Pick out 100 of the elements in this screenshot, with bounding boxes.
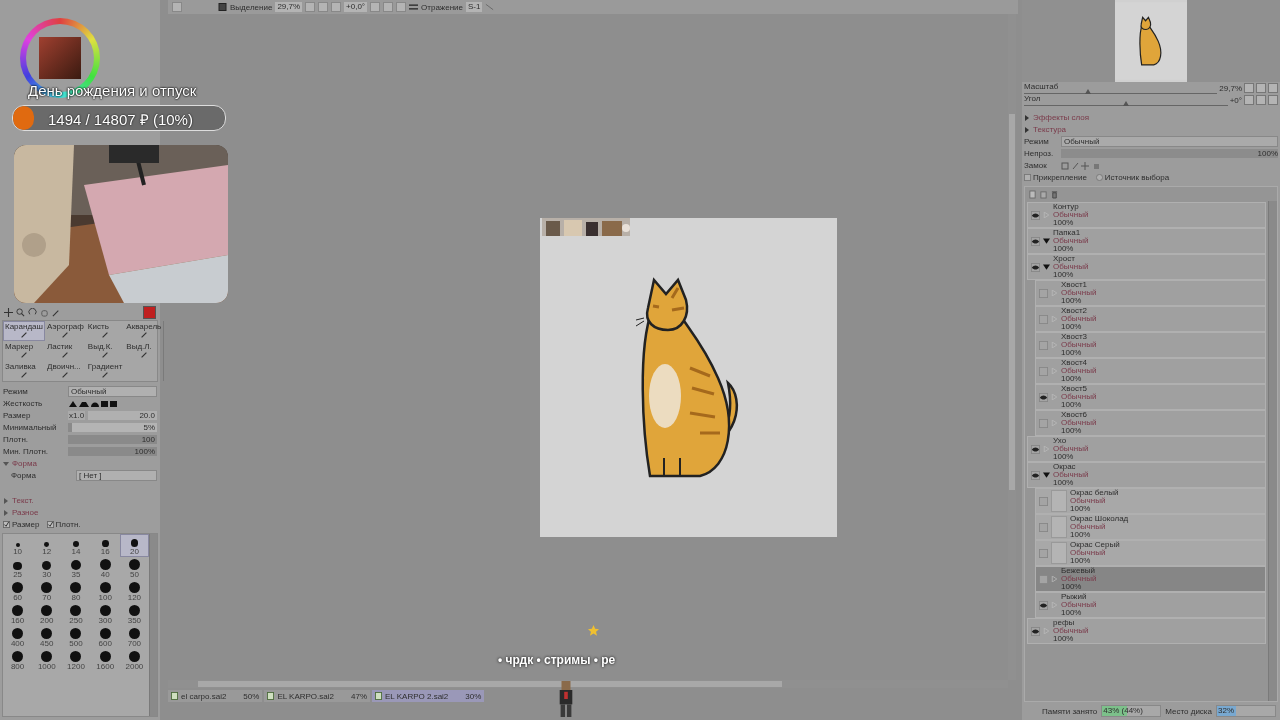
layer-row[interactable]: Контур Обычный 100%: [1027, 202, 1266, 228]
tool-button[interactable]: Аэрограф: [44, 321, 86, 341]
blend-mode-dropdown[interactable]: Обычный: [1061, 136, 1278, 147]
texture-section[interactable]: Текстура: [1033, 125, 1067, 134]
tool-button[interactable]: Двоичн...: [44, 361, 86, 381]
texture-section[interactable]: Текст.: [12, 496, 74, 505]
size-field[interactable]: 20.0: [88, 411, 157, 420]
reset-angle-button[interactable]: [1268, 95, 1278, 105]
zoom-field[interactable]: 29,7%: [275, 2, 303, 12]
brush-size[interactable]: 500: [61, 626, 91, 649]
brush-size[interactable]: 14: [61, 534, 91, 557]
layer-row[interactable]: Окрас Обычный 100%: [1027, 462, 1266, 488]
undo-button[interactable]: [172, 2, 182, 12]
scrollbar[interactable]: [1009, 114, 1015, 490]
brush-size[interactable]: 700: [119, 626, 149, 649]
shape-section[interactable]: Форма: [12, 459, 74, 468]
scrollbar[interactable]: [149, 534, 157, 716]
visibility-toggle[interactable]: [1039, 418, 1048, 428]
rotate-icon[interactable]: [28, 307, 37, 317]
misc-section[interactable]: Разное: [12, 508, 74, 517]
move-icon[interactable]: [4, 307, 13, 317]
zoom-icon[interactable]: [16, 307, 25, 317]
brush-size[interactable]: 10: [3, 534, 33, 557]
reset-angle-button[interactable]: [396, 2, 407, 12]
visibility-toggle[interactable]: [1039, 314, 1048, 324]
opacity-slider[interactable]: 100%: [1061, 149, 1278, 158]
brush-size[interactable]: 12: [32, 534, 62, 557]
layer-row[interactable]: Ухо Обычный 100%: [1027, 436, 1266, 462]
layer-row[interactable]: Хвост3 Обычный 100%: [1035, 332, 1266, 358]
zoom-out-button[interactable]: [305, 2, 316, 12]
brush-size[interactable]: 50: [119, 557, 149, 580]
visibility-toggle[interactable]: [1039, 548, 1048, 558]
checkbox[interactable]: Прикрепление: [1024, 173, 1087, 182]
brush-size[interactable]: 300: [90, 603, 120, 626]
layer-row[interactable]: Хрост Обычный 100%: [1027, 254, 1266, 280]
brush-size[interactable]: 100: [90, 580, 120, 603]
canvas-thumbnail[interactable]: [1115, 0, 1187, 82]
visibility-toggle[interactable]: [1039, 574, 1048, 584]
document-tab[interactable]: EL KARPO 2.sai2 30%: [372, 690, 485, 702]
tool-button[interactable]: Ластик: [44, 341, 86, 361]
tool-button[interactable]: Кисть: [85, 321, 125, 341]
document-tab[interactable]: el carpo.sai2 50%: [168, 690, 263, 702]
brush-size[interactable]: 350: [119, 603, 149, 626]
tool-button[interactable]: Выд.К.: [85, 341, 125, 361]
rotate-right-button[interactable]: [1256, 95, 1266, 105]
layer-row[interactable]: Бежевый Обычный 100%: [1035, 566, 1266, 592]
brush-size[interactable]: 16: [90, 534, 120, 557]
document-tab[interactable]: EL KARPO.sai2 47%: [264, 690, 370, 702]
visibility-toggle[interactable]: [1031, 626, 1040, 636]
expand-icon[interactable]: [1043, 264, 1050, 270]
brush-size[interactable]: 30: [32, 557, 62, 580]
brush-size[interactable]: 1000: [32, 649, 62, 672]
min-density-slider[interactable]: 100%: [68, 447, 157, 456]
visibility-toggle[interactable]: [1039, 496, 1048, 506]
visibility-toggle[interactable]: [1031, 236, 1040, 246]
visibility-toggle[interactable]: [1039, 366, 1048, 376]
scrollbar[interactable]: [198, 681, 782, 687]
tool-button[interactable]: Маркер: [3, 341, 45, 361]
layer-row[interactable]: Окрас Серый Обычный 100%: [1035, 540, 1266, 566]
collapse-arrow-icon[interactable]: [3, 460, 9, 467]
shape-dropdown[interactable]: [ Нет ]: [76, 470, 157, 481]
visibility-toggle[interactable]: [1039, 340, 1048, 350]
brush-size[interactable]: 70: [32, 580, 62, 603]
checkbox[interactable]: [218, 3, 227, 11]
brush-size[interactable]: 60: [3, 580, 33, 603]
layer-row[interactable]: Хвост4 Обычный 100%: [1035, 358, 1266, 384]
zoom-out-button[interactable]: [1244, 83, 1254, 93]
visibility-toggle[interactable]: [1031, 262, 1040, 272]
mode-dropdown[interactable]: Обычный: [68, 386, 157, 397]
brush-size[interactable]: 200: [32, 603, 62, 626]
brush-size[interactable]: 160: [3, 603, 33, 626]
reset-zoom-button[interactable]: [331, 2, 342, 12]
slider-thumb[interactable]: [1122, 101, 1129, 106]
brush-size[interactable]: 400: [3, 626, 33, 649]
brush-size[interactable]: 1200: [61, 649, 91, 672]
layer-effects-section[interactable]: Эффекты слоя: [1033, 113, 1090, 122]
brush-size[interactable]: 80: [61, 580, 91, 603]
canvas-paper[interactable]: [540, 218, 837, 537]
swap-icon[interactable]: [409, 3, 419, 11]
rotate-left-button[interactable]: [370, 2, 381, 12]
line-icon[interactable]: [485, 3, 495, 11]
brush-size[interactable]: 2000: [119, 649, 149, 672]
zoom-in-button[interactable]: [1256, 83, 1266, 93]
visibility-toggle[interactable]: [1031, 470, 1040, 480]
angle-field[interactable]: +0,0°: [344, 2, 368, 12]
brush-size[interactable]: 120: [119, 580, 149, 603]
slider-thumb[interactable]: [1084, 89, 1091, 94]
lock-options-icon[interactable]: [1061, 161, 1101, 170]
visibility-toggle[interactable]: [1039, 600, 1048, 610]
zoom-in-button[interactable]: [318, 2, 329, 12]
tool-button[interactable]: Выд.Л.: [124, 341, 164, 361]
brush-size[interactable]: 600: [90, 626, 120, 649]
color-swatch[interactable]: [143, 305, 156, 319]
layer-row[interactable]: Хвост5 Обычный 100%: [1035, 384, 1266, 410]
layer-row[interactable]: Хвост6 Обычный 100%: [1035, 410, 1266, 436]
tool-button[interactable]: Градиент: [85, 361, 125, 381]
rotate-left-button[interactable]: [1244, 95, 1254, 105]
visibility-toggle[interactable]: [1039, 392, 1048, 402]
brush-size[interactable]: 1600: [90, 649, 120, 672]
layer-row[interactable]: Хвост2 Обычный 100%: [1035, 306, 1266, 332]
